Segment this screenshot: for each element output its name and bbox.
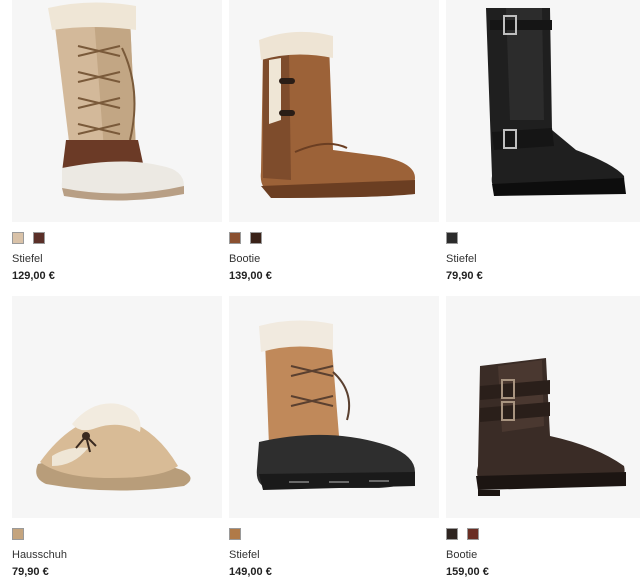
product-card[interactable]: Hausschuh 79,90 € (12, 296, 222, 579)
color-swatch[interactable] (250, 232, 262, 244)
color-swatches (12, 528, 222, 541)
product-image[interactable] (446, 296, 640, 518)
product-card[interactable]: Bootie 159,00 € (446, 296, 640, 579)
product-price: 79,90 € (12, 566, 49, 578)
color-swatch[interactable] (229, 232, 241, 244)
product-image[interactable] (12, 296, 222, 518)
color-swatches (229, 528, 439, 541)
color-swatches (446, 528, 640, 541)
product-name[interactable]: Bootie (446, 549, 640, 562)
color-swatches (446, 232, 640, 245)
color-swatches (229, 232, 439, 245)
color-swatch[interactable] (467, 528, 479, 540)
color-swatch[interactable] (12, 528, 24, 540)
color-swatches (12, 232, 222, 245)
color-swatch[interactable] (446, 232, 458, 244)
winter-lace-up-boot-icon (48, 2, 184, 201)
product-name[interactable]: Stiefel (446, 253, 640, 266)
product-price: 139,00 € (229, 270, 272, 282)
product-card[interactable]: Stiefel 149,00 € (229, 296, 439, 579)
product-price: 159,00 € (446, 566, 489, 578)
product-price: 149,00 € (229, 566, 272, 578)
black-riding-boot-icon (486, 8, 626, 196)
color-swatch[interactable] (33, 232, 45, 244)
product-card[interactable]: Stiefel 129,00 € (12, 0, 222, 283)
product-name[interactable]: Bootie (229, 253, 439, 266)
color-swatch[interactable] (446, 528, 458, 540)
sheepskin-bootie-icon (259, 31, 415, 198)
color-swatch[interactable] (12, 232, 24, 244)
product-card[interactable]: Stiefel 79,90 € (446, 0, 640, 283)
product-name[interactable]: Stiefel (229, 549, 439, 562)
product-image[interactable] (229, 0, 439, 222)
sheepskin-slipper-icon (36, 403, 191, 491)
product-name[interactable]: Hausschuh (12, 549, 222, 562)
buckle-ankle-boot-icon (476, 358, 626, 496)
product-grid: Stiefel 129,00 € Bootie 139,00 € Stiefel… (0, 0, 640, 587)
product-image[interactable] (446, 0, 640, 222)
duck-boot-icon (256, 320, 415, 490)
color-swatch[interactable] (229, 528, 241, 540)
product-image[interactable] (12, 0, 222, 222)
product-card[interactable]: Bootie 139,00 € (229, 0, 439, 283)
product-price: 129,00 € (12, 270, 55, 282)
product-image[interactable] (229, 296, 439, 518)
product-price: 79,90 € (446, 270, 483, 282)
product-name[interactable]: Stiefel (12, 253, 222, 266)
